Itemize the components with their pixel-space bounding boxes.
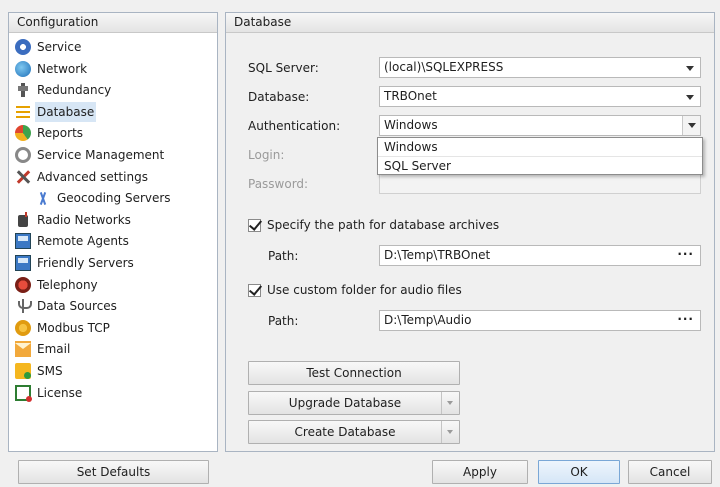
gear-icon	[15, 39, 31, 55]
telephony-icon	[15, 276, 31, 293]
database-panel: Database SQL Server: (local)\SQLEXPRESS …	[225, 12, 715, 452]
license-icon	[15, 384, 32, 402]
archive-checkbox-label: Specify the path for database archives	[267, 218, 500, 232]
tree-item-label: Modbus TCP	[37, 320, 110, 335]
audio-path-value: D:\Temp\Audio	[384, 313, 472, 327]
archive-path-value: D:\Temp\TRBOnet	[384, 248, 491, 262]
tree-item-label: Service Management	[37, 148, 165, 162]
tree-item-label: Data Sources	[37, 299, 117, 314]
browse-audio-button[interactable]: ···	[677, 310, 694, 329]
tree-item-advanced-settings[interactable]: Advanced settings	[15, 167, 150, 187]
tools-icon	[15, 169, 31, 185]
authentication-option-windows[interactable]: Windows	[378, 138, 702, 156]
tree-item-geocoding-servers[interactable]: Geocoding Servers	[35, 188, 173, 208]
audio-checkbox[interactable]	[248, 283, 261, 297]
archive-checkbox-row[interactable]: Specify the path for database archives	[248, 218, 499, 232]
tree-item-label: Friendly Servers	[37, 256, 134, 270]
login-label: Login:	[248, 148, 285, 162]
tree-item-label: Redundancy	[37, 83, 112, 98]
audio-checkbox-label: Use custom folder for audio files	[267, 283, 462, 297]
upgrade-database-label: Upgrade Database	[288, 396, 402, 410]
password-label: Password:	[248, 177, 309, 191]
friendly-server-icon	[15, 255, 31, 271]
authentication-option-sql-server[interactable]: SQL Server	[378, 156, 702, 174]
configuration-header: Configuration	[9, 13, 217, 33]
reports-icon	[15, 125, 31, 142]
tree-item-service[interactable]: Service	[15, 37, 83, 57]
modbus-icon	[15, 319, 31, 336]
tree-item-label: Email	[37, 342, 71, 357]
tree-item-label: Database	[35, 101, 97, 122]
audio-path-field[interactable]: D:\Temp\Audio ···	[379, 310, 701, 331]
password-field[interactable]	[379, 173, 701, 194]
database-header: Database	[226, 13, 714, 33]
sms-icon	[15, 363, 31, 379]
chevron-down-icon	[688, 123, 696, 128]
tree-item-label: Network	[37, 61, 88, 76]
audio-checkbox-row[interactable]: Use custom folder for audio files	[248, 283, 462, 297]
cog-icon	[15, 147, 31, 163]
tree-item-label: License	[37, 385, 83, 400]
chevron-down-icon	[686, 95, 694, 100]
tree-item-radio-networks[interactable]: Radio Networks	[15, 210, 133, 230]
tree-item-remote-agents[interactable]: Remote Agents	[15, 231, 131, 251]
radio-icon	[15, 211, 31, 228]
tree-item-data-sources[interactable]: Data Sources	[15, 296, 119, 316]
database-label: Database:	[248, 90, 310, 104]
tree-item-label: Geocoding Servers	[57, 191, 171, 206]
archive-path-field[interactable]: D:\Temp\TRBOnet ···	[379, 245, 701, 266]
geocoding-icon	[35, 190, 51, 206]
authentication-label: Authentication:	[248, 119, 341, 133]
database-value: TRBOnet	[384, 89, 437, 103]
tree-item-label: Telephony	[37, 277, 98, 292]
set-defaults-button[interactable]: Set Defaults	[18, 460, 209, 484]
chevron-down-icon	[686, 66, 694, 71]
tree-item-label: Service	[37, 40, 82, 54]
authentication-dropdown-list: Windows SQL Server	[377, 137, 703, 175]
plug-icon	[15, 82, 31, 98]
test-connection-button[interactable]: Test Connection	[248, 361, 460, 385]
email-icon	[15, 341, 31, 358]
remote-agent-icon	[15, 233, 31, 250]
upgrade-options-arrow[interactable]	[441, 392, 459, 414]
tree-item-email[interactable]: Email	[15, 339, 72, 359]
globe-icon	[15, 60, 31, 77]
archive-path-label: Path:	[268, 249, 299, 263]
create-database-button[interactable]: Create Database	[248, 420, 460, 444]
authentication-value: Windows	[384, 118, 438, 132]
tree-item-telephony[interactable]: Telephony	[15, 275, 100, 295]
tree-item-sms[interactable]: SMS	[15, 361, 65, 381]
tree-item-redundancy[interactable]: Redundancy	[15, 80, 113, 100]
create-options-arrow[interactable]	[441, 421, 459, 443]
tree-item-label: Advanced settings	[37, 169, 148, 184]
create-database-label: Create Database	[294, 425, 396, 439]
tree-item-database[interactable]: Database	[15, 101, 97, 122]
tree-item-label: Radio Networks	[37, 212, 131, 227]
upgrade-database-button[interactable]: Upgrade Database	[248, 391, 460, 415]
archive-checkbox[interactable]	[248, 218, 261, 232]
tree-item-friendly-servers[interactable]: Friendly Servers	[15, 253, 136, 273]
authentication-dropdown-button[interactable]	[682, 116, 700, 135]
authentication-select[interactable]: Windows	[379, 115, 701, 136]
database-icon	[15, 104, 31, 120]
tree-item-label: Remote Agents	[37, 234, 129, 249]
sql-server-select[interactable]: (local)\SQLEXPRESS	[379, 57, 701, 78]
cancel-button[interactable]: Cancel	[628, 460, 712, 484]
configuration-panel: Configuration Service Network Redundancy Da…	[8, 12, 218, 452]
tree-item-modbus-tcp[interactable]: Modbus TCP	[15, 318, 112, 338]
data-sources-icon	[15, 298, 32, 314]
apply-button[interactable]: Apply	[432, 460, 528, 484]
tree-item-service-management[interactable]: Service Management	[15, 145, 166, 165]
sql-server-label: SQL Server:	[248, 61, 319, 75]
browse-archive-button[interactable]: ···	[677, 245, 694, 264]
database-select[interactable]: TRBOnet	[379, 86, 701, 107]
tree-item-network[interactable]: Network	[15, 59, 89, 79]
tree-item-label: SMS	[37, 364, 63, 378]
tree-item-reports[interactable]: Reports	[15, 123, 85, 143]
tree-item-label: Reports	[37, 126, 84, 141]
ok-button[interactable]: OK	[538, 460, 620, 484]
sql-server-value: (local)\SQLEXPRESS	[384, 60, 504, 74]
audio-path-label: Path:	[268, 314, 299, 328]
tree-item-license[interactable]: License	[15, 383, 84, 403]
